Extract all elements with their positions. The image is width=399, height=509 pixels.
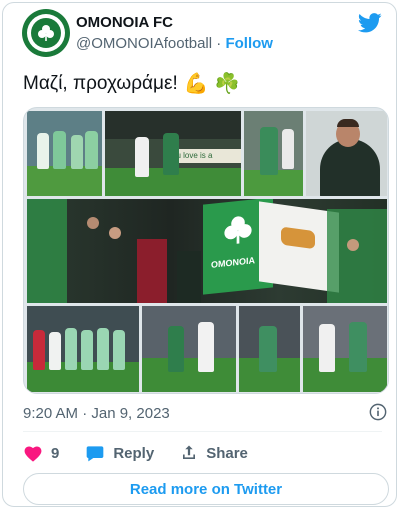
photo-tile-3[interactable] bbox=[244, 111, 303, 196]
tweet-actions: 9 Reply Share bbox=[23, 443, 274, 463]
author-handle-row: @OMONOIAfootball · Follow bbox=[76, 35, 273, 52]
share-upload-icon bbox=[183, 445, 196, 459]
flag-text: OMONOIA bbox=[211, 255, 255, 270]
tweet-card: OMONOIA FC @OMONOIAfootball · Follow Μαζ… bbox=[2, 2, 397, 507]
tweet-text: Μαζί, προχωράμε! bbox=[23, 72, 178, 94]
shamrock-emoji: ☘️ bbox=[214, 73, 240, 95]
flag-clover-icon bbox=[224, 216, 252, 244]
reply-bubble-icon bbox=[87, 446, 104, 462]
author-handle[interactable]: @OMONOIAfootball bbox=[76, 35, 212, 52]
avatar[interactable] bbox=[22, 9, 70, 57]
share-label: Share bbox=[206, 444, 248, 462]
follow-button[interactable]: Follow bbox=[225, 35, 273, 52]
like-count: 9 bbox=[51, 444, 60, 462]
photo-tile-fans[interactable]: OMONOIA bbox=[27, 199, 387, 303]
share-button[interactable]: Share bbox=[180, 444, 248, 462]
read-more-button[interactable]: Read more on Twitter bbox=[23, 473, 389, 505]
author-name[interactable]: OMONOIA FC bbox=[76, 14, 173, 31]
tweet-timestamp[interactable]: 9:20 AM · Jan 9, 2023 bbox=[23, 405, 170, 422]
photo-tile-6[interactable] bbox=[142, 306, 236, 392]
divider bbox=[23, 431, 382, 432]
heart-icon bbox=[24, 446, 42, 462]
separator-dot: · bbox=[216, 35, 222, 52]
like-button[interactable]: 9 bbox=[23, 444, 59, 462]
photo-tile-5[interactable] bbox=[27, 306, 139, 392]
flexed-biceps-emoji: 💪 bbox=[183, 73, 209, 95]
photo-collage[interactable]: you love is a OMONOIA bbox=[23, 107, 389, 394]
photo-tile-2[interactable]: you love is a bbox=[105, 111, 241, 196]
tweet-text-row: Μαζί, προχωράμε! 💪 ☘️ bbox=[23, 71, 240, 96]
info-icon[interactable] bbox=[369, 403, 387, 421]
reply-label: Reply bbox=[113, 444, 155, 462]
reply-button[interactable]: Reply bbox=[85, 443, 154, 463]
photo-tile-8[interactable] bbox=[303, 306, 387, 392]
photo-tile-7[interactable] bbox=[239, 306, 300, 392]
club-crest-ring bbox=[27, 14, 65, 52]
twitter-bird-icon[interactable] bbox=[358, 12, 382, 34]
clover-icon bbox=[31, 18, 61, 48]
photo-tile-4[interactable] bbox=[306, 111, 387, 196]
photo-tile-1[interactable] bbox=[27, 111, 102, 196]
